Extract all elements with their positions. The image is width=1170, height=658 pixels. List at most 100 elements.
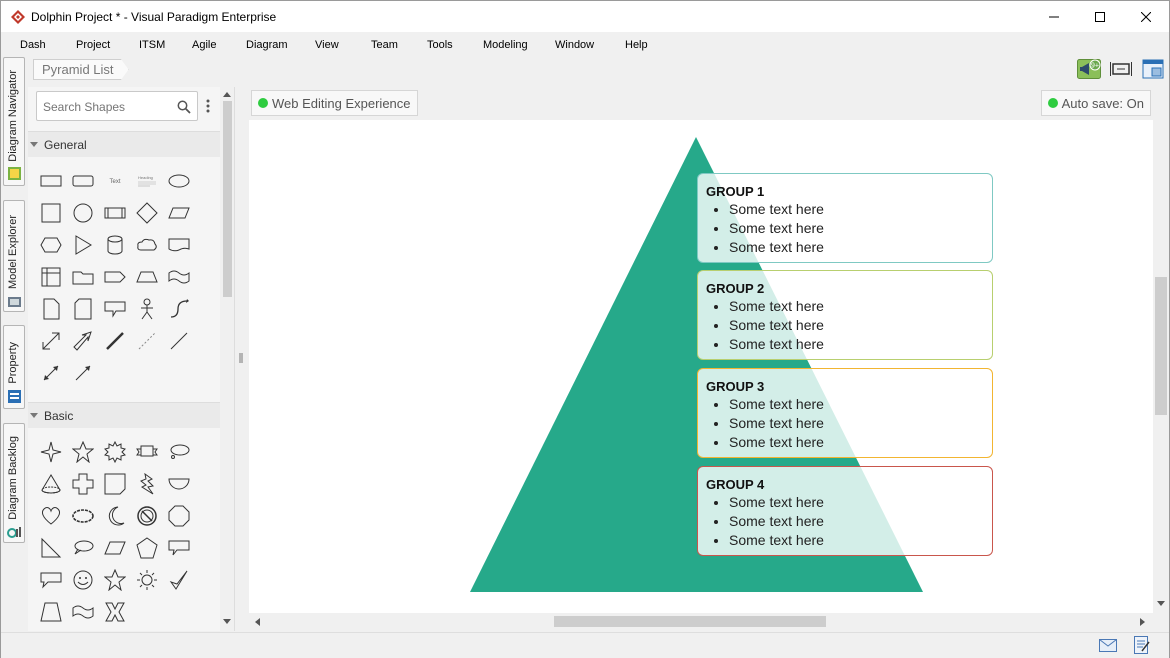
shape-right-triangle[interactable] — [35, 532, 67, 564]
shape-triangle[interactable] — [67, 229, 99, 261]
shape-document[interactable] — [163, 229, 195, 261]
announcement-button[interactable]: 9+ — [1077, 58, 1101, 80]
shape-circle[interactable] — [67, 197, 99, 229]
shape-chevron[interactable] — [99, 261, 131, 293]
scroll-down-icon[interactable] — [223, 619, 231, 625]
menu-help[interactable]: Help — [625, 39, 648, 51]
shape-thought-bubble[interactable] — [163, 436, 195, 468]
shape-pentagon[interactable] — [131, 532, 163, 564]
shape-wave[interactable] — [163, 261, 195, 293]
scrollbar-thumb[interactable] — [223, 101, 232, 297]
mail-icon[interactable] — [1099, 639, 1117, 652]
shape-curved-connector[interactable] — [163, 293, 195, 325]
category-basic[interactable]: Basic — [28, 402, 220, 428]
more-options-icon[interactable] — [206, 99, 210, 113]
shape-octagon[interactable] — [163, 500, 195, 532]
shape-rect-callout[interactable] — [163, 532, 195, 564]
scrollbar-thumb[interactable] — [554, 616, 826, 627]
group-box-1[interactable]: GROUP 1 Some text here Some text here So… — [697, 173, 993, 263]
shape-arrow-both[interactable] — [35, 357, 67, 389]
shape-ellipse[interactable] — [163, 165, 195, 197]
minimize-button[interactable] — [1031, 1, 1077, 32]
menu-modeling[interactable]: Modeling — [483, 39, 528, 51]
shape-rounded-rectangle[interactable] — [67, 165, 99, 197]
shape-flag-wave[interactable] — [67, 596, 99, 628]
shape-square[interactable] — [35, 197, 67, 229]
shape-oval-callout[interactable] — [67, 532, 99, 564]
shape-diamond[interactable] — [131, 197, 163, 229]
shape-four-point-star[interactable] — [35, 436, 67, 468]
scrollbar-thumb[interactable] — [1155, 277, 1167, 415]
menu-team[interactable]: Team — [371, 39, 398, 51]
category-general[interactable]: General — [28, 131, 220, 157]
shape-folded-corner[interactable] — [99, 468, 131, 500]
menu-itsm[interactable]: ITSM — [139, 39, 165, 51]
shape-cloud-outline[interactable] — [67, 500, 99, 532]
shape-trapezoid-basic[interactable] — [35, 596, 67, 628]
menu-tools[interactable]: Tools — [427, 39, 453, 51]
scroll-down-icon[interactable] — [1157, 601, 1165, 607]
shape-cloud[interactable] — [131, 229, 163, 261]
shape-five-point-star-outline[interactable] — [67, 436, 99, 468]
group-box-2[interactable]: GROUP 2 Some text here Some text here So… — [697, 270, 993, 360]
scroll-right-icon[interactable] — [1140, 618, 1146, 626]
diagram-canvas[interactable]: Web Editing Experience Auto save: On GRO… — [249, 87, 1153, 615]
shape-card[interactable] — [67, 293, 99, 325]
shape-process[interactable] — [99, 197, 131, 229]
canvas-vertical-scrollbar[interactable] — [1153, 87, 1169, 615]
shape-double-arrow[interactable] — [35, 325, 67, 357]
breadcrumb[interactable]: Pyramid List — [33, 59, 129, 80]
shape-cone[interactable] — [35, 468, 67, 500]
shape-callout[interactable] — [99, 293, 131, 325]
search-shapes-input[interactable] — [43, 98, 173, 116]
tab-property[interactable]: Property — [3, 325, 25, 409]
shape-rectangle[interactable] — [35, 165, 67, 197]
shape-banner[interactable] — [131, 436, 163, 468]
shape-trapezoid[interactable] — [131, 261, 163, 293]
tab-diagram-navigator[interactable]: Diagram Navigator — [3, 57, 25, 186]
tab-model-explorer[interactable]: Model Explorer — [3, 200, 25, 312]
diagram-overview-button[interactable] — [1141, 58, 1165, 80]
panel-splitter[interactable] — [236, 87, 246, 631]
shape-speech-callout[interactable] — [35, 564, 67, 596]
shape-line[interactable] — [163, 325, 195, 357]
shape-tab-container[interactable] — [67, 261, 99, 293]
shape-hexagon[interactable] — [35, 229, 67, 261]
shape-star[interactable] — [99, 564, 131, 596]
shape-x-shape[interactable] — [99, 596, 131, 628]
search-icon[interactable] — [177, 100, 191, 114]
shape-heading[interactable]: Heading — [131, 165, 163, 197]
canvas-horizontal-scrollbar[interactable] — [249, 613, 1153, 630]
menu-agile[interactable]: Agile — [192, 39, 216, 51]
menu-diagram[interactable]: Diagram — [246, 39, 288, 51]
scroll-up-icon[interactable] — [223, 91, 231, 97]
shape-checkmark[interactable] — [163, 564, 195, 596]
shape-text[interactable]: Text — [99, 165, 131, 197]
tab-diagram-backlog[interactable]: Diagram Backlog — [3, 423, 25, 543]
shape-cross[interactable] — [67, 468, 99, 500]
shape-smiley[interactable] — [67, 564, 99, 596]
shape-page[interactable] — [35, 293, 67, 325]
shape-panel-scrollbar[interactable] — [220, 87, 234, 631]
shape-lightning[interactable] — [131, 468, 163, 500]
shape-cylinder[interactable] — [99, 229, 131, 261]
shape-block-arrow[interactable] — [67, 325, 99, 357]
notes-icon[interactable] — [1134, 636, 1150, 654]
maximize-button[interactable] — [1077, 1, 1123, 32]
scroll-left-icon[interactable] — [254, 618, 260, 626]
fit-diagram-button[interactable] — [1109, 58, 1133, 80]
menu-view[interactable]: View — [315, 39, 339, 51]
shape-arrow[interactable] — [67, 357, 99, 389]
shape-dashed-line[interactable] — [131, 325, 163, 357]
shape-sun[interactable] — [131, 564, 163, 596]
shape-heart[interactable] — [35, 500, 67, 532]
close-button[interactable] — [1123, 1, 1169, 32]
shape-thick-line[interactable] — [99, 325, 131, 357]
group-box-4[interactable]: GROUP 4 Some text here Some text here So… — [697, 466, 993, 556]
shape-seal[interactable] — [99, 436, 131, 468]
menu-project[interactable]: Project — [76, 39, 110, 51]
shape-table[interactable] — [35, 261, 67, 293]
shape-slanted-parallelogram[interactable] — [99, 532, 131, 564]
shape-half-circle[interactable] — [163, 468, 195, 500]
shape-parallelogram[interactable] — [163, 197, 195, 229]
